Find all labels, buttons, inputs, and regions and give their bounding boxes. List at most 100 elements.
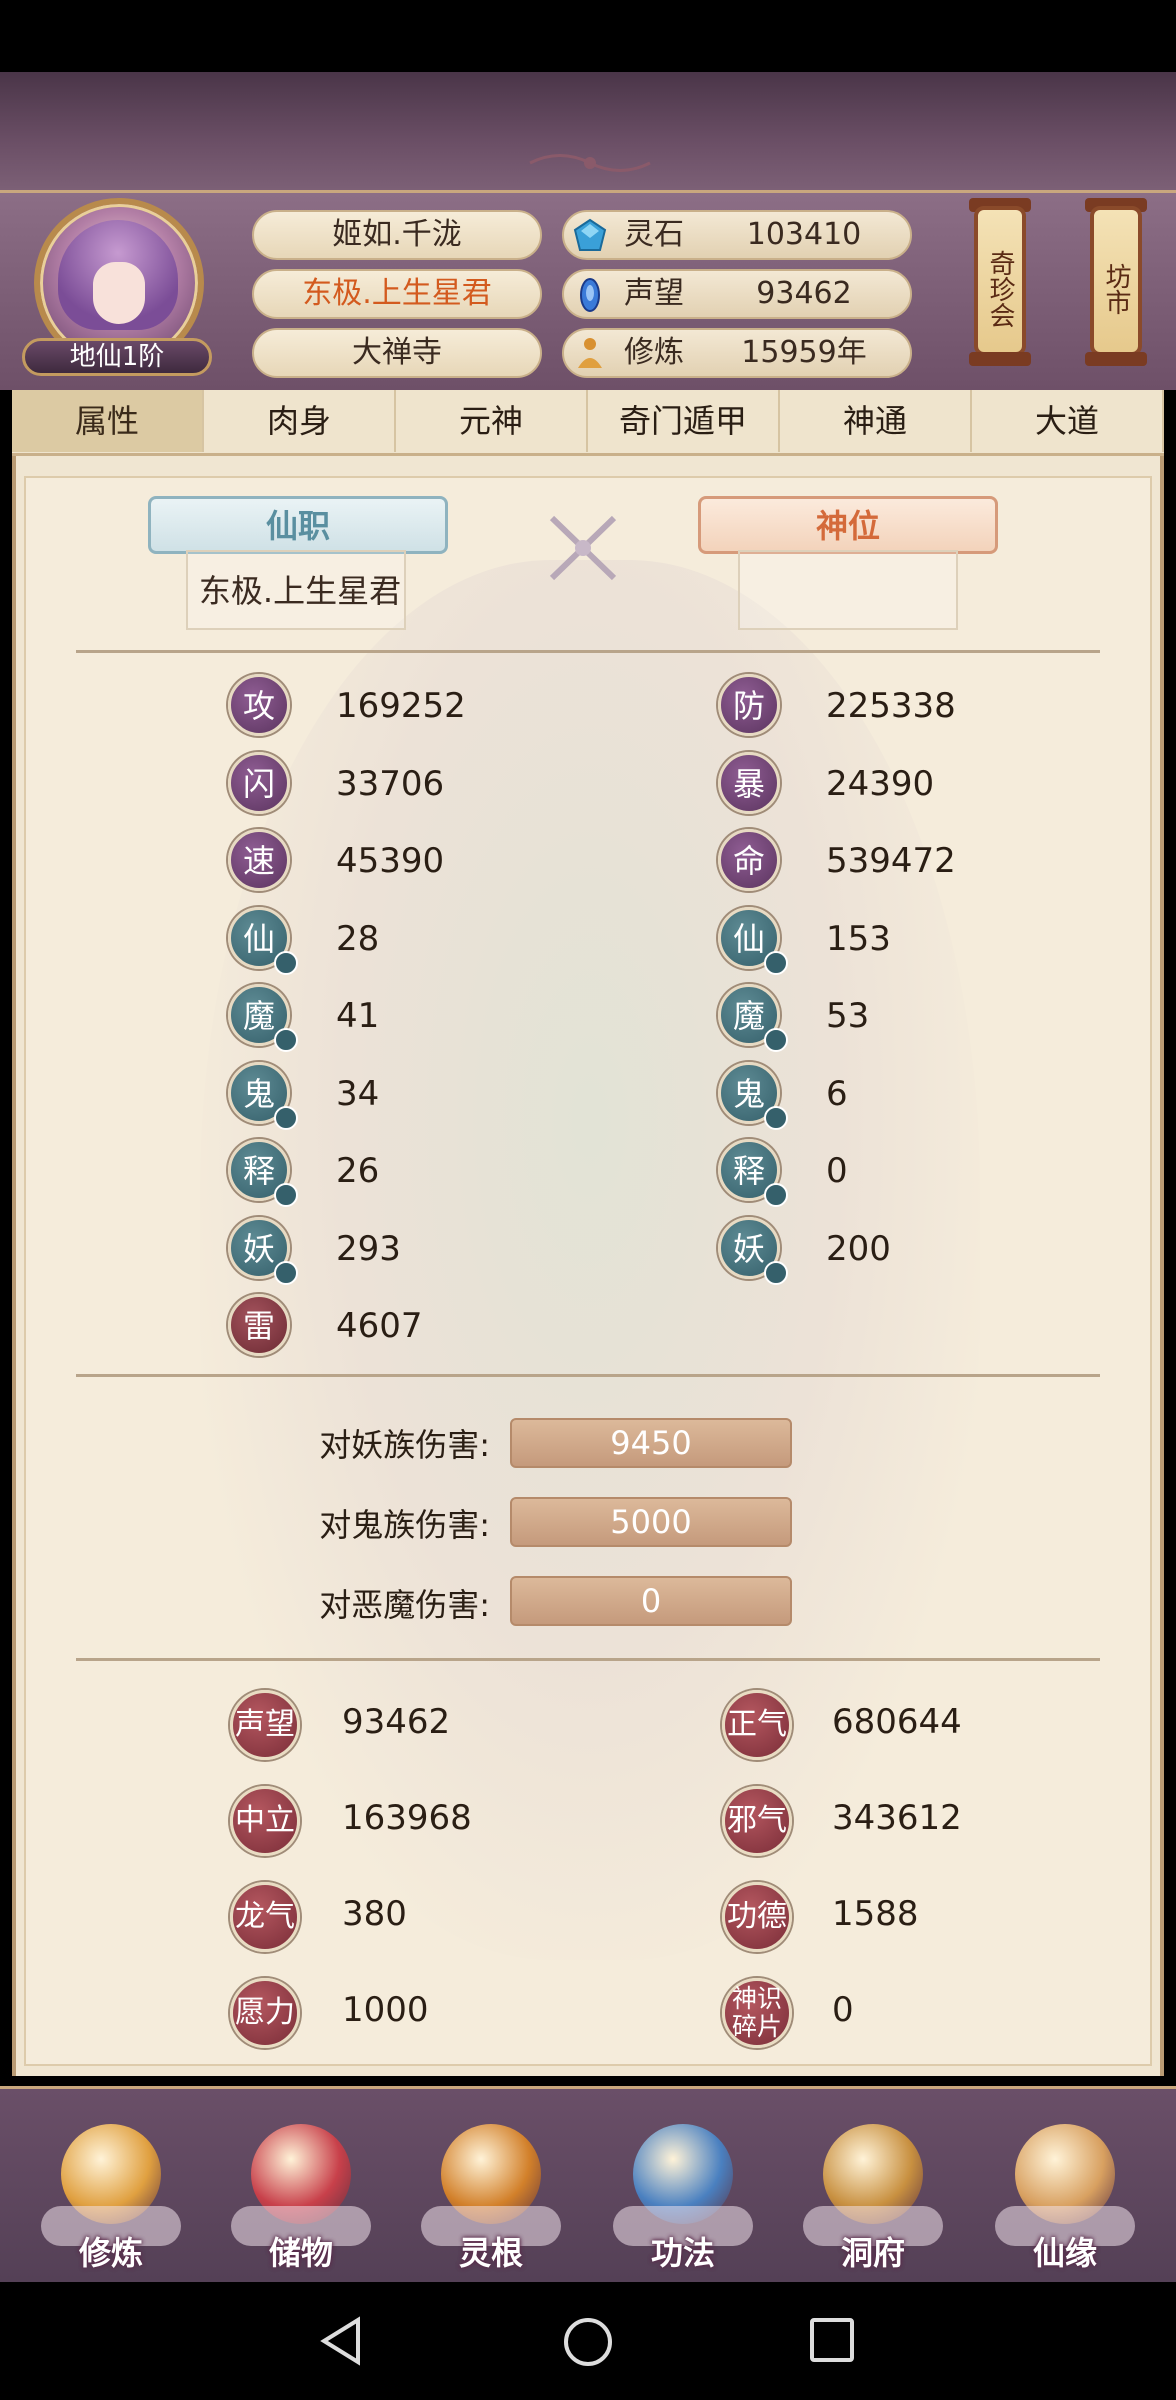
stat-value: 28	[336, 918, 380, 959]
attribute-value: 343612	[832, 1798, 962, 1838]
divine-rank-box	[738, 550, 958, 630]
damage-value-devil: 0	[510, 1576, 792, 1626]
back-icon[interactable]	[316, 2314, 366, 2368]
tab-powers[interactable]: 神通	[780, 390, 972, 452]
stat-value: 200	[826, 1228, 891, 1269]
lantern-cap	[969, 352, 1031, 366]
player-sect: 大禅寺	[252, 328, 542, 378]
immortal-post-value: 东极.上生星君	[198, 572, 402, 610]
market-button[interactable]: 坊市	[1090, 206, 1142, 356]
stat-info-icon[interactable]	[274, 1183, 298, 1207]
stat-badge: 闪	[228, 751, 290, 814]
resource-label: 声望	[624, 276, 684, 311]
resource-reputation: 声望 93462	[562, 269, 912, 319]
section-divider	[76, 650, 1100, 653]
tab-body[interactable]: 肉身	[204, 390, 396, 452]
damage-value-demon: 9450	[510, 1418, 792, 1468]
stat-value: 24390	[826, 763, 935, 804]
stat-value: 45390	[336, 841, 445, 881]
tab-spirit[interactable]: 元神	[396, 390, 588, 452]
stat-value: 4607	[336, 1306, 423, 1346]
tab-attributes[interactable]: 属性	[12, 390, 204, 452]
damage-label-ghost: 对鬼族伤害:	[319, 1506, 490, 1544]
section-divider	[76, 1374, 1100, 1377]
nav-label: 功法	[650, 2234, 715, 2272]
treasure-fair-button[interactable]: 奇珍会	[974, 206, 1026, 356]
stat-value: 225338	[826, 686, 956, 726]
divine-rank-label[interactable]: 神位	[698, 496, 998, 554]
cultivation-icon	[578, 338, 602, 368]
stat-badge: 速	[228, 829, 290, 891]
nav-skill-book[interactable]: 功法	[608, 2094, 758, 2274]
resource-spirit-stone: 灵石 103410	[562, 210, 912, 260]
stat-info-icon[interactable]	[274, 950, 298, 975]
resource-label: 修炼	[624, 335, 684, 370]
resource-value: 103410	[746, 217, 862, 252]
resource-label: 灵石	[624, 217, 684, 252]
system-nav-bar	[0, 2282, 1176, 2400]
stat-info-icon[interactable]	[764, 1260, 788, 1285]
tab-qimen[interactable]: 奇门遁甲	[588, 390, 780, 452]
tab-bar: 属性 肉身 元神 奇门遁甲 神通 大道	[12, 390, 1164, 456]
stat-badge: 命	[718, 829, 780, 891]
stat-value: 0	[826, 1151, 848, 1191]
player-title: 东极.上生星君	[252, 269, 542, 319]
stat-badge: 暴	[718, 751, 780, 814]
resource-value: 93462	[756, 276, 852, 311]
stat-info-icon[interactable]	[274, 1028, 298, 1052]
resource-cultivation: 修炼 15959年	[562, 328, 912, 378]
attribute-badge: 龙气	[230, 1882, 300, 1952]
attribute-value: 0	[832, 1990, 854, 2030]
attribute-value: 163968	[342, 1798, 472, 1838]
nav-cave-house[interactable]: 洞府	[798, 2094, 948, 2274]
crossed-swords-icon	[549, 515, 617, 581]
immortal-post-label[interactable]: 仙职	[148, 496, 448, 554]
resource-value: 15959年	[741, 335, 867, 370]
nav-gourd[interactable]: 仙缘	[990, 2094, 1140, 2274]
avatar-face	[93, 262, 145, 324]
section-divider	[76, 1658, 1100, 1661]
attribute-value: 680644	[832, 1702, 962, 1742]
nav-label: 洞府	[840, 2234, 905, 2272]
damage-value-ghost: 5000	[510, 1497, 792, 1547]
nav-label: 灵根	[458, 2234, 523, 2272]
spirit-stone-icon	[573, 218, 607, 251]
attribute-badge: 神识碎片	[722, 1978, 792, 2048]
attribute-value: 93462	[342, 1702, 451, 1742]
reputation-icon	[580, 278, 600, 312]
nav-label: 储物	[268, 2234, 333, 2272]
stat-badge: 雷	[228, 1294, 290, 1356]
stat-info-icon[interactable]	[764, 1028, 788, 1052]
stat-value: 26	[336, 1151, 380, 1191]
stat-value: 539472	[826, 841, 956, 881]
attribute-badge: 功德	[722, 1882, 792, 1952]
player-name: 姬如.千泷	[252, 210, 542, 260]
nav-spirit-root[interactable]: 灵根	[416, 2094, 566, 2274]
nav-label: 仙缘	[1032, 2234, 1097, 2272]
stat-info-icon[interactable]	[274, 1260, 298, 1285]
home-icon[interactable]	[562, 2316, 614, 2368]
nav-meditating-monk[interactable]: 修炼	[36, 2094, 186, 2274]
damage-label-demon: 对妖族伤害:	[319, 1426, 490, 1464]
attribute-badge: 邪气	[722, 1786, 792, 1856]
stat-info-icon[interactable]	[764, 950, 788, 975]
damage-label-devil: 对恶魔伤害:	[319, 1586, 490, 1624]
stat-info-icon[interactable]	[274, 1105, 298, 1130]
attribute-value: 1000	[342, 1990, 429, 2030]
stat-value: 169252	[336, 686, 466, 726]
stat-info-icon[interactable]	[764, 1105, 788, 1130]
nav-storage-bag[interactable]: 储物	[226, 2094, 376, 2274]
stat-value: 153	[826, 918, 891, 959]
stat-badge: 攻	[228, 674, 290, 736]
stat-value: 6	[826, 1073, 848, 1114]
stat-value: 34	[336, 1073, 380, 1114]
stat-info-icon[interactable]	[764, 1183, 788, 1207]
attribute-badge: 正气	[722, 1690, 792, 1760]
stat-value: 33706	[336, 763, 445, 804]
attribute-value: 380	[342, 1894, 407, 1934]
tab-dao[interactable]: 大道	[972, 390, 1164, 452]
recents-icon[interactable]	[808, 2316, 856, 2364]
lantern-cap	[1085, 352, 1147, 366]
stat-value: 41	[336, 996, 380, 1036]
stat-value: 293	[336, 1228, 401, 1269]
